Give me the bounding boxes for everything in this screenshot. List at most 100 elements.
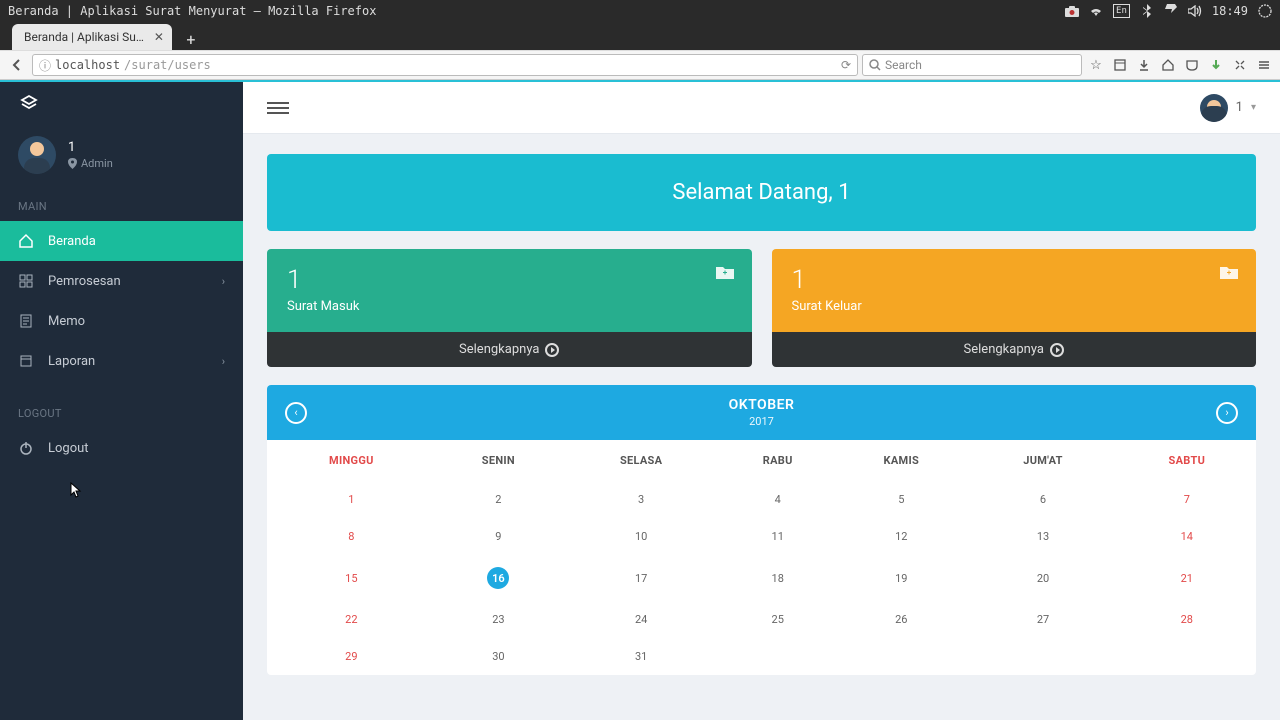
- calendar-cell[interactable]: 29: [267, 638, 436, 675]
- wifi-icon[interactable]: [1089, 4, 1103, 18]
- calendar-day-header: KAMIS: [834, 440, 968, 481]
- keyboard-lang-icon[interactable]: En: [1113, 4, 1130, 18]
- calendar-year: 2017: [307, 415, 1216, 428]
- new-tab-button[interactable]: +: [178, 28, 204, 50]
- sidebar-item-memo[interactable]: Memo: [0, 301, 243, 341]
- battery-icon[interactable]: [1164, 4, 1178, 18]
- calendar-day-header: SABTU: [1118, 440, 1256, 481]
- section-logout: LOGOUT: [0, 399, 243, 428]
- main-area: 1 ▾ Selamat Datang, 1 1 Surat Masuk Sele…: [243, 82, 1280, 720]
- calendar-cell[interactable]: 15: [267, 555, 436, 601]
- calendar-cell[interactable]: 11: [721, 518, 834, 555]
- calendar-cell[interactable]: 16: [436, 555, 561, 601]
- home-icon[interactable]: [1158, 55, 1178, 75]
- window-title: Beranda | Aplikasi Surat Menyurat – Mozi…: [8, 4, 1065, 18]
- reload-icon[interactable]: ⟳: [841, 58, 851, 72]
- calendar-cell[interactable]: 3: [561, 481, 721, 518]
- calendar-day-header: SELASA: [561, 440, 721, 481]
- calendar-cell[interactable]: 9: [436, 518, 561, 555]
- clock[interactable]: 18:49: [1212, 4, 1248, 18]
- os-title-bar: Beranda | Aplikasi Surat Menyurat – Mozi…: [0, 0, 1280, 22]
- calendar-cell[interactable]: 4: [721, 481, 834, 518]
- user-role: Admin: [68, 157, 113, 170]
- app-logo[interactable]: [0, 82, 243, 124]
- calendar-cell[interactable]: 17: [561, 555, 721, 601]
- pocket-icon[interactable]: [1182, 55, 1202, 75]
- bookmark-star-icon[interactable]: ☆: [1086, 55, 1106, 75]
- avatar: [1200, 94, 1228, 122]
- tab-title: Beranda | Aplikasi Su…: [24, 30, 144, 44]
- chevron-down-icon: ▾: [1251, 102, 1256, 113]
- camera-icon[interactable]: [1065, 4, 1079, 18]
- calendar-cell[interactable]: 28: [1118, 601, 1256, 638]
- inbox-label: Surat Masuk: [287, 299, 732, 314]
- devtools-icon[interactable]: [1230, 55, 1250, 75]
- calendar-next[interactable]: ›: [1216, 402, 1238, 424]
- calendar-cell[interactable]: 26: [834, 601, 968, 638]
- sidebar-item-logout[interactable]: Logout: [0, 428, 243, 468]
- calendar-cell[interactable]: 6: [968, 481, 1117, 518]
- calendar-cell[interactable]: 14: [1118, 518, 1256, 555]
- calendar-cell[interactable]: 18: [721, 555, 834, 601]
- calendar-cell[interactable]: 21: [1118, 555, 1256, 601]
- search-placeholder: Search: [885, 58, 922, 72]
- sidebar-item-label: Logout: [48, 441, 89, 456]
- topbar: 1 ▾: [243, 82, 1280, 134]
- info-icon[interactable]: ⓘ: [39, 57, 51, 74]
- sidebar-item-label: Laporan: [48, 354, 95, 369]
- calendar-cell[interactable]: 10: [561, 518, 721, 555]
- grid-icon: [18, 273, 34, 289]
- menu-icon[interactable]: [1254, 55, 1274, 75]
- address-bar[interactable]: ⓘ localhost/surat/users ⟳: [32, 54, 858, 76]
- back-button[interactable]: [6, 54, 28, 76]
- calendar-cell[interactable]: 30: [436, 638, 561, 675]
- addon-icon[interactable]: [1206, 55, 1226, 75]
- close-icon[interactable]: ✕: [154, 30, 164, 44]
- calendar-cell[interactable]: 27: [968, 601, 1117, 638]
- inbox-more-link[interactable]: Selengkapnya: [267, 332, 752, 367]
- calendar-cell[interactable]: 5: [834, 481, 968, 518]
- library-icon[interactable]: [1110, 55, 1130, 75]
- calendar-today[interactable]: 16: [487, 567, 509, 589]
- download-icon[interactable]: [1134, 55, 1154, 75]
- sidebar-toggle[interactable]: [267, 97, 289, 119]
- calendar-cell: [1118, 638, 1256, 675]
- power-icon[interactable]: [1258, 4, 1272, 18]
- calendar-cell[interactable]: 22: [267, 601, 436, 638]
- calendar-cell[interactable]: 23: [436, 601, 561, 638]
- welcome-banner: Selamat Datang, 1: [267, 154, 1256, 231]
- sidebar-item-laporan[interactable]: Laporan ›: [0, 341, 243, 381]
- avatar: [18, 136, 56, 174]
- calendar-cell[interactable]: 2: [436, 481, 561, 518]
- browser-tab-strip: Beranda | Aplikasi Su… ✕ +: [0, 22, 1280, 50]
- sidebar-item-label: Memo: [48, 314, 85, 329]
- sidebar-item-pemrosesan[interactable]: Pemrosesan ›: [0, 261, 243, 301]
- calendar-cell[interactable]: 24: [561, 601, 721, 638]
- calendar-cell[interactable]: 1: [267, 481, 436, 518]
- calendar-cell[interactable]: 19: [834, 555, 968, 601]
- sidebar-item-beranda[interactable]: Beranda: [0, 221, 243, 261]
- home-icon: [18, 233, 34, 249]
- sidebar: 1 Admin MAIN Beranda Pemrosesan › Memo L…: [0, 82, 243, 720]
- calendar-month: OKTOBER: [307, 397, 1216, 413]
- arrow-circle-icon: [1050, 343, 1064, 357]
- calendar-day-header: MINGGU: [267, 440, 436, 481]
- calendar-cell[interactable]: 8: [267, 518, 436, 555]
- calendar-cell: [834, 638, 968, 675]
- outbox-count: 1: [792, 265, 1237, 295]
- calendar-cell[interactable]: 31: [561, 638, 721, 675]
- calendar-cell[interactable]: 13: [968, 518, 1117, 555]
- bluetooth-icon[interactable]: [1140, 4, 1154, 18]
- browser-tab[interactable]: Beranda | Aplikasi Su… ✕: [12, 24, 172, 50]
- arrow-circle-icon: [545, 343, 559, 357]
- search-box[interactable]: Search: [862, 54, 1082, 76]
- sidebar-user[interactable]: 1 Admin: [0, 124, 243, 192]
- calendar-cell[interactable]: 12: [834, 518, 968, 555]
- calendar-cell[interactable]: 25: [721, 601, 834, 638]
- outbox-more-link[interactable]: Selengkapnya: [772, 332, 1257, 367]
- calendar-cell[interactable]: 7: [1118, 481, 1256, 518]
- calendar-prev[interactable]: ‹: [285, 402, 307, 424]
- topbar-user-menu[interactable]: 1 ▾: [1200, 94, 1256, 122]
- calendar-cell[interactable]: 20: [968, 555, 1117, 601]
- volume-icon[interactable]: [1188, 4, 1202, 18]
